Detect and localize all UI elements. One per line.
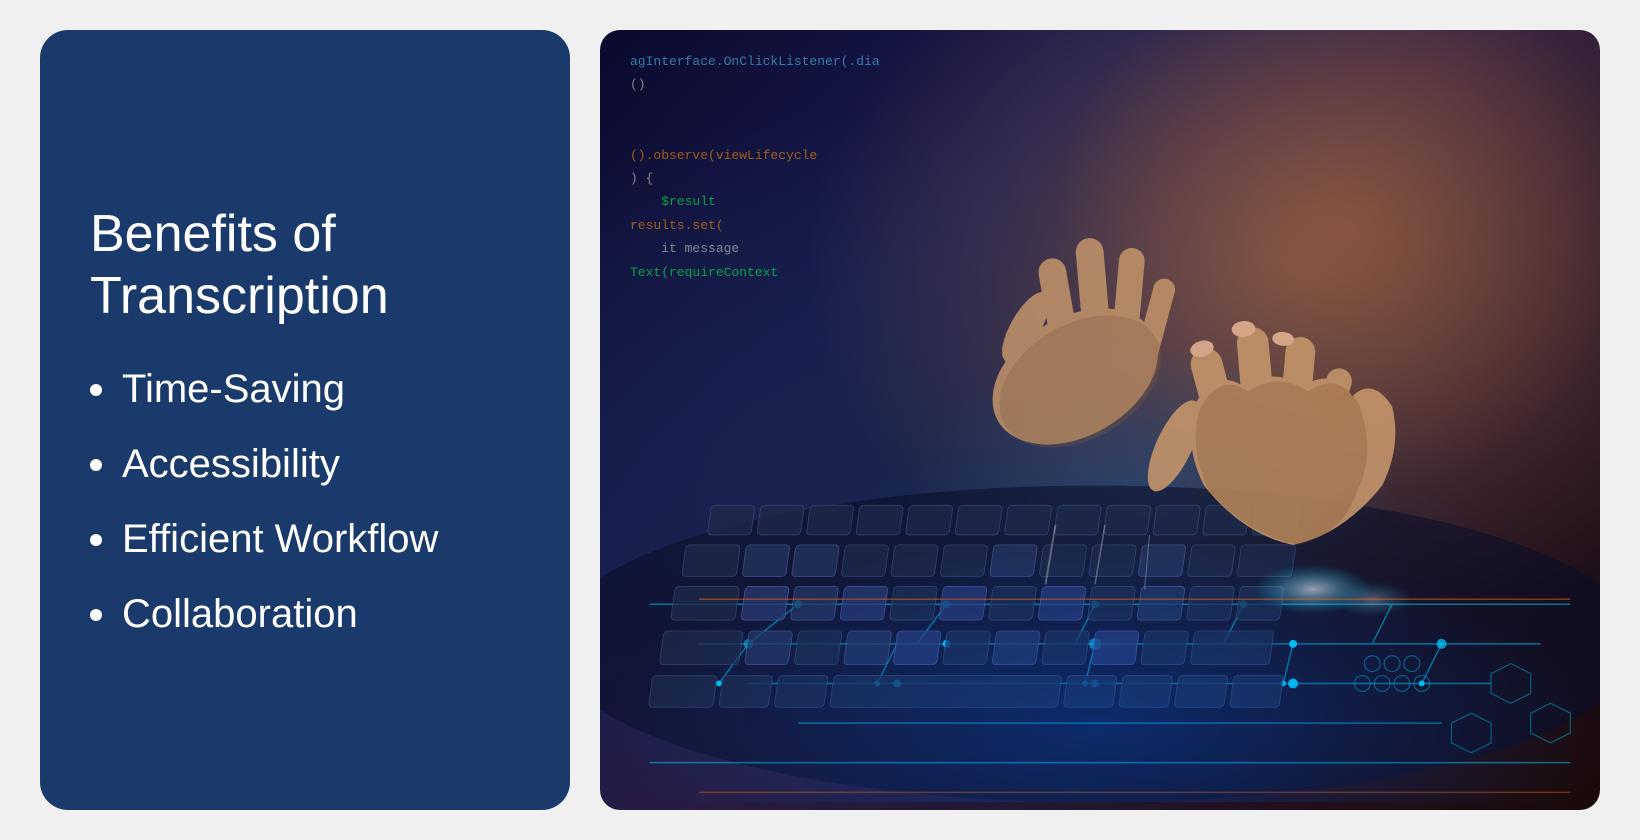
left-panel: Benefits of Transcription Time-Saving Ac… xyxy=(40,30,570,810)
bullet-label: Accessibility xyxy=(122,442,340,487)
bullet-label: Collaboration xyxy=(122,592,358,637)
list-item-accessibility: Accessibility xyxy=(90,442,520,487)
right-panel: agInterface.OnClickListener(.dia () ().o… xyxy=(600,30,1600,810)
bullet-label: Time-Saving xyxy=(122,367,345,412)
bullet-label: Efficient Workflow xyxy=(122,517,438,562)
title-block: Benefits of Transcription xyxy=(90,203,520,328)
benefits-list: Time-Saving Accessibility Efficient Work… xyxy=(90,367,520,637)
bullet-dot-icon xyxy=(90,384,102,396)
bullet-dot-icon xyxy=(90,534,102,546)
list-item-time-saving: Time-Saving xyxy=(90,367,520,412)
bullet-dot-icon xyxy=(90,609,102,621)
list-item-efficient-workflow: Efficient Workflow xyxy=(90,517,520,562)
title-benefits: Benefits of xyxy=(90,203,520,265)
title-transcription: Transcription xyxy=(90,265,520,327)
scene-svg xyxy=(600,30,1600,802)
tech-background-image: agInterface.OnClickListener(.dia () ().o… xyxy=(600,30,1600,810)
bullet-dot-icon xyxy=(90,459,102,471)
list-item-collaboration: Collaboration xyxy=(90,592,520,637)
main-container: Benefits of Transcription Time-Saving Ac… xyxy=(40,30,1600,810)
